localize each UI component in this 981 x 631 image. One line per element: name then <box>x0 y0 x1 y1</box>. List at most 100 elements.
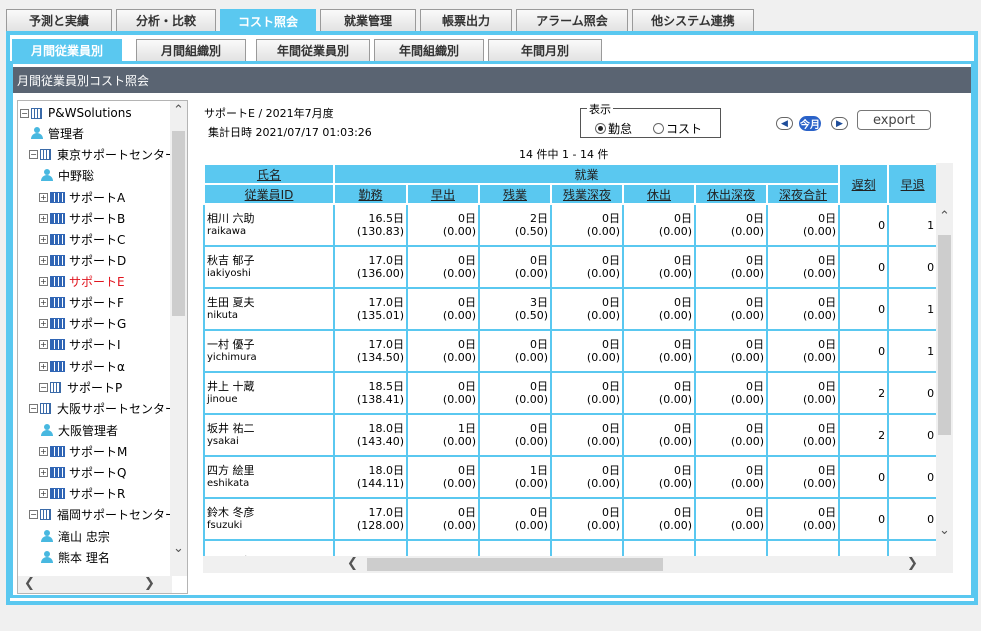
table-row[interactable]: 生田 夏夫 nikuta 17.0日 (135.01) 0日 (0.00) 3日 (0.50)… <box>203 287 936 331</box>
tree-node[interactable]: + サポートC <box>39 229 125 249</box>
table-row[interactable]: 四方 絵里 eshikata 18.0日 (144.11) 0日 (0.00) 1日 (0.0… <box>203 455 936 499</box>
hours-value: (0.00) <box>730 519 764 532</box>
tree-node[interactable]: 大阪管理者 <box>39 420 118 440</box>
tree-vertical-scrollbar[interactable]: ⌃ ⌄ <box>170 101 187 576</box>
tree-node-label: 中野聡 <box>58 168 95 183</box>
table-row[interactable]: カナカ 悟17.0日0日0日0日0日0日0日 <box>203 539 936 556</box>
tree-node[interactable]: + サポートF <box>39 292 124 312</box>
sub-tab-4[interactable]: 年間月別 <box>488 39 602 61</box>
tree-node[interactable]: 管理者 <box>29 123 84 143</box>
tree-node[interactable]: + サポートQ <box>39 462 126 482</box>
grid-horizontal-scrollbar[interactable]: ❮ ❯ <box>333 556 936 573</box>
sub-tab-2[interactable]: 年間従業員別 <box>256 39 370 61</box>
table-row[interactable]: 坂井 祐二 ysakai 18.0日 (143.40) 1日 (0.00) 0日 (0.00)… <box>203 413 936 457</box>
top-tab-1[interactable]: 分析・比較 <box>116 9 216 31</box>
tree-node[interactable]: − P&WSolutions <box>20 103 132 123</box>
table-row[interactable]: 秋吉 郁子 iakiyoshi 17.0日 (136.00) 0日 (0.00) 0日 (0.… <box>203 245 936 289</box>
table-row[interactable]: 一村 優子 yichimura 17.0日 (134.50) 0日 (0.00) 0日 (0.… <box>203 329 936 373</box>
scroll-left-icon[interactable]: ❮ <box>24 576 35 591</box>
table-row[interactable]: 鈴木 冬彦 fsuzuki 17.0日 (128.00) 0日 (0.00) 0日 (0.00… <box>203 497 936 541</box>
table-row[interactable]: 井上 十蔵 jinoue 18.5日 (138.41) 0日 (0.00) 0日 (0.00)… <box>203 371 936 415</box>
scroll-down-icon[interactable]: ⌄ <box>939 523 950 538</box>
scroll-down-icon[interactable]: ⌄ <box>173 541 184 556</box>
column-header[interactable]: 深夜合計 <box>765 183 841 205</box>
sub-tab-1[interactable]: 月間組織別 <box>136 39 246 61</box>
tree-node[interactable]: + サポートG <box>39 313 126 333</box>
radio-attendance[interactable]: 勤怠 <box>595 120 632 137</box>
column-header[interactable]: 残業 <box>478 183 552 205</box>
current-month-button[interactable]: 今月 <box>799 116 821 131</box>
scroll-up-icon[interactable]: ⌃ <box>939 209 950 224</box>
column-header[interactable]: 早出 <box>406 183 480 205</box>
top-tab-6[interactable]: 他システム連携 <box>632 9 754 31</box>
collapse-icon[interactable]: − <box>20 108 29 118</box>
tree-node[interactable]: + サポートB <box>39 208 125 228</box>
tree-node[interactable]: + サポートα <box>39 356 125 376</box>
sub-tab-0[interactable]: 月間従業員別 <box>12 39 122 61</box>
export-button[interactable]: export <box>857 110 931 130</box>
expand-icon[interactable]: + <box>39 192 48 202</box>
column-header[interactable]: 休出深夜 <box>694 183 768 205</box>
employee-id-header[interactable]: 従業員ID <box>203 183 335 205</box>
name-header[interactable]: 氏名 <box>203 163 335 185</box>
late-header[interactable]: 遅刻 <box>838 163 890 205</box>
hours-value: (134.50) <box>356 351 404 364</box>
hours-value: (0.00) <box>586 351 620 364</box>
collapse-icon[interactable]: − <box>39 382 48 392</box>
top-tab-5[interactable]: アラーム照会 <box>516 9 628 31</box>
early-leave-count <box>887 539 936 556</box>
collapse-icon[interactable]: − <box>29 149 38 159</box>
tree-node[interactable]: 中野聡 <box>39 165 94 185</box>
expand-icon[interactable]: + <box>39 234 48 244</box>
expand-icon[interactable]: + <box>39 276 48 286</box>
collapse-icon[interactable]: − <box>29 403 38 413</box>
tree-node[interactable]: + サポートI <box>39 334 121 354</box>
column-header[interactable]: 勤務 <box>333 183 408 205</box>
tree-scroll-thumb[interactable] <box>172 131 185 316</box>
tree-node[interactable]: + サポートA <box>39 187 125 207</box>
expand-icon[interactable]: + <box>39 297 48 307</box>
column-header[interactable]: 残業深夜 <box>550 183 624 205</box>
expand-icon[interactable]: + <box>39 318 48 328</box>
tree-node[interactable]: − 福岡サポートセンター <box>29 504 177 524</box>
grid-hscroll-thumb[interactable] <box>367 558 663 571</box>
top-tab-2[interactable]: コスト照会 <box>220 9 316 32</box>
expand-icon[interactable]: + <box>39 213 48 223</box>
prev-month-button[interactable]: ◀ <box>776 117 793 130</box>
expand-icon[interactable]: + <box>39 488 48 498</box>
grid-vscroll-thumb[interactable] <box>938 235 951 435</box>
grid-vertical-scrollbar[interactable]: ⌃ ⌄ <box>936 203 953 556</box>
next-month-button[interactable]: ▶ <box>831 117 848 130</box>
tree-node[interactable]: + サポートD <box>39 250 126 270</box>
tree-node[interactable]: 滝山 忠宗 <box>39 526 110 546</box>
collapse-icon[interactable]: − <box>29 509 38 519</box>
tree-node[interactable]: − 東京サポートセンター <box>29 144 177 164</box>
tree-node[interactable]: 熊本 理名 <box>39 547 110 567</box>
expand-icon[interactable]: + <box>39 467 48 477</box>
tree-node[interactable]: − サポートP <box>39 377 122 397</box>
expand-icon[interactable]: + <box>39 446 48 456</box>
table-row[interactable]: 相川 六助 raikawa 16.5日 (130.83) 0日 (0.00) 2日 (0.50… <box>203 203 936 247</box>
sub-tab-3[interactable]: 年間組織別 <box>374 39 484 61</box>
tree-node[interactable]: − 大阪サポートセンター <box>29 398 177 418</box>
tree-horizontal-scrollbar[interactable]: ❮ ❯ <box>18 576 172 593</box>
scroll-up-icon[interactable]: ⌃ <box>173 103 184 118</box>
scroll-left-icon[interactable]: ❮ <box>347 556 358 571</box>
top-tab-4[interactable]: 帳票出力 <box>420 9 512 31</box>
expand-icon[interactable]: + <box>39 361 48 371</box>
tree-node[interactable]: + サポートE <box>39 271 125 291</box>
tree-node[interactable]: + サポートM <box>39 441 127 461</box>
org-tree[interactable]: − P&WSolutions 管理者 − 東京サポートセンター 中野聡 + サポートA + サポー… <box>17 100 188 594</box>
tree-node[interactable]: + サポートR <box>39 483 125 503</box>
expand-icon[interactable]: + <box>39 255 48 265</box>
early-leave-header[interactable]: 早退 <box>887 163 936 205</box>
scroll-right-icon[interactable]: ❯ <box>144 576 155 591</box>
user-icon <box>41 530 53 542</box>
hours-value: (0.00) <box>442 477 476 490</box>
top-tab-3[interactable]: 就業管理 <box>320 9 416 31</box>
column-header[interactable]: 休出 <box>622 183 696 205</box>
top-tab-0[interactable]: 予測と実績 <box>6 9 112 31</box>
scroll-right-icon[interactable]: ❯ <box>907 556 918 571</box>
radio-cost[interactable]: コスト <box>653 120 702 137</box>
expand-icon[interactable]: + <box>39 339 48 349</box>
